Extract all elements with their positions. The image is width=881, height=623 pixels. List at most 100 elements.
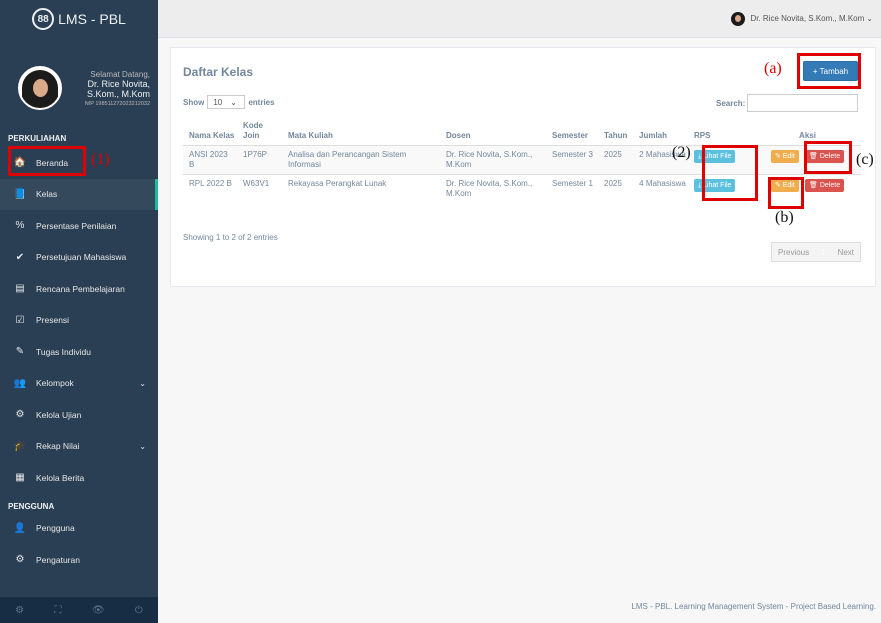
cell-jumlah: 4 Mahasiswa [633,174,688,203]
sidebar-item-label: Pengaturan [36,554,80,565]
cell-dosen: Dr. Rice Novita, S.Kom., M.Kom [440,145,546,175]
search: Search: [716,94,859,112]
page-1-button[interactable]: 1 [815,243,832,261]
sidebar-item-rekap-nilai[interactable]: 🎓 Rekap Nilai ⌄ [0,431,158,463]
sidebar-item-label: Rekap Nilai [36,441,80,452]
daftar-kelas-panel: Daftar Kelas + Tambah Show 10 ⌄ entries … [170,47,876,287]
th-tahun[interactable]: Tahun [598,117,633,146]
annotation-box-b [768,177,804,209]
table-row: ANSI 2023 B 1P76P Analisa dan Perancanga… [183,145,861,175]
profile-name: Dr. Rice Novita, S.Kom., M.Kom [86,78,150,99]
profile-greeting: Selamat Datang, [90,69,150,79]
annotation-label-2: (2) [672,144,691,161]
logo-icon: 88 [32,8,55,30]
brand-title: LMS - PBL [58,11,126,27]
cell-aksi: ✎ Edit 🗑 Delete [750,174,861,203]
delete-button[interactable]: 🗑 Delete [805,179,845,192]
edit-icon: ✎ [15,346,25,358]
annotation-box-2 [702,145,758,201]
sidebar-item-label: Persentase Penilaian [36,220,117,231]
cell-semester: Semester 3 [546,145,598,175]
annotation-box-c [804,141,852,174]
sidebar-item-label: Kelola Ujian [36,409,82,420]
annotation-label-c: (c) [856,151,874,168]
sidebar-item-label: Tugas Individu [36,346,91,357]
sidebar-item-label: Presensi [36,315,70,326]
annotation-label-b: (b) [775,209,794,226]
section-perkuliahan: PERKULIAHAN [8,134,67,143]
footer-text: LMS - PBL. Learning Management System - … [631,602,876,611]
pagination: Previous 1 Next [771,242,862,262]
check-square-icon: ☑ [15,314,25,326]
sidebar-item-label: Rencana Pembelajaran [36,283,125,294]
search-input[interactable] [747,94,859,112]
sidebar-item-kelas[interactable]: 📘 Kelas [0,178,158,210]
sidebar-footer: ⚙ ⛶ 👁 ⏻ [0,597,158,623]
sidebar-item-persetujuan-mahasiswa[interactable]: ✔ Persetujuan Mahasiswa [0,242,158,274]
user-name: Dr. Rice Novita, S.Kom., M.Kom [750,14,865,23]
sidebar-item-label: Kelola Berita [36,472,85,483]
avatar [18,66,62,110]
chevron-down-icon: ⌄ [230,97,237,107]
settings-icon[interactable]: ⚙ [15,605,24,616]
sidebar-item-kelola-ujian[interactable]: ⚙ Kelola Ujian [0,399,158,431]
cell-nama-kelas: ANSI 2023 B [183,145,237,175]
brand[interactable]: 88 LMS - PBL [0,0,158,38]
showing-info: Showing 1 to 2 of 2 entries [183,233,278,242]
th-dosen[interactable]: Dosen [440,117,546,146]
th-jumlah[interactable]: Jumlah [633,117,688,146]
sidebar-item-rencana-pembelajaran[interactable]: ▤ Rencana Pembelajaran [0,273,158,305]
chevron-down-icon: ⌄ [139,378,146,388]
previous-button[interactable]: Previous [772,243,815,261]
th-rps[interactable]: RPS [688,117,750,146]
entries-select[interactable]: 10 ⌄ [207,95,246,109]
cell-tahun: 2025 [598,174,633,203]
cell-nama-kelas: RPL 2022 B [183,174,237,203]
file-text-icon: ▤ [15,283,25,295]
user-icon: 👤 [13,522,27,534]
chevron-down-icon: ⌄ [866,14,873,23]
sidebar-item-label: Pengguna [36,523,75,534]
entries-label: entries [248,97,275,107]
sidebar-item-presensi[interactable]: ☑ Presensi [0,305,158,337]
sidebar: 88 LMS - PBL Selamat Datang, Dr. Rice No… [0,0,158,623]
th-nama-kelas[interactable]: Nama Kelas [183,117,237,146]
user-avatar [731,11,746,26]
sidebar-item-tugas-individu[interactable]: ✎ Tugas Individu [0,336,158,368]
user-menu[interactable]: Dr. Rice Novita, S.Kom., M.Kom ⌄ [731,11,873,26]
logout-icon[interactable]: ⏻ [135,605,143,616]
percent-icon: % [15,220,25,232]
annotation-label-a: (a) [764,60,782,77]
sidebar-item-label: Persetujuan Mahasiswa [36,252,127,263]
check-circle-icon: ✔ [15,251,25,263]
newspaper-icon: ▦ [15,472,25,484]
profile: Selamat Datang, Dr. Rice Novita, S.Kom.,… [0,38,158,120]
edit-button[interactable]: ✎ Edit [770,150,799,163]
sidebar-item-label: Kelompok [36,378,74,389]
cell-mata-kuliah: Analisa dan Perancangan Sistem Informasi [282,145,440,175]
th-mata-kuliah[interactable]: Mata Kuliah [282,117,440,146]
sidebar-item-pengguna[interactable]: 👤 Pengguna [0,513,158,545]
show-entries: Show 10 ⌄ entries [183,95,275,109]
cell-tahun: 2025 [598,145,633,175]
topbar: Dr. Rice Novita, S.Kom., M.Kom ⌄ [158,0,881,38]
lock-icon[interactable]: 👁 [92,605,105,616]
show-label: Show [183,97,205,107]
sidebar-item-kelola-berita[interactable]: ▦ Kelola Berita [0,462,158,494]
th-kode-join[interactable]: Kode Join [237,117,282,146]
cogs-icon: ⚙ [15,409,25,421]
fullscreen-icon[interactable]: ⛶ [54,605,61,616]
sidebar-item-kelompok[interactable]: 👥 Kelompok ⌄ [0,368,158,400]
cell-kode-join: 1P76P [237,145,282,175]
users-icon: 👥 [13,377,27,389]
th-semester[interactable]: Semester [546,117,598,146]
entries-value: 10 [213,97,223,107]
graduation-cap-icon: 🎓 [13,440,27,452]
gear-icon: ⚙ [15,554,25,566]
annotation-box-1 [8,146,86,176]
next-button[interactable]: Next [832,243,860,261]
kelas-table: Nama Kelas Kode Join Mata Kuliah Dosen S… [183,117,861,203]
sidebar-item-pengaturan[interactable]: ⚙ Pengaturan [0,544,158,576]
annotation-box-a [797,53,861,89]
sidebar-item-persentase-penilaian[interactable]: % Persentase Penilaian [0,210,158,242]
